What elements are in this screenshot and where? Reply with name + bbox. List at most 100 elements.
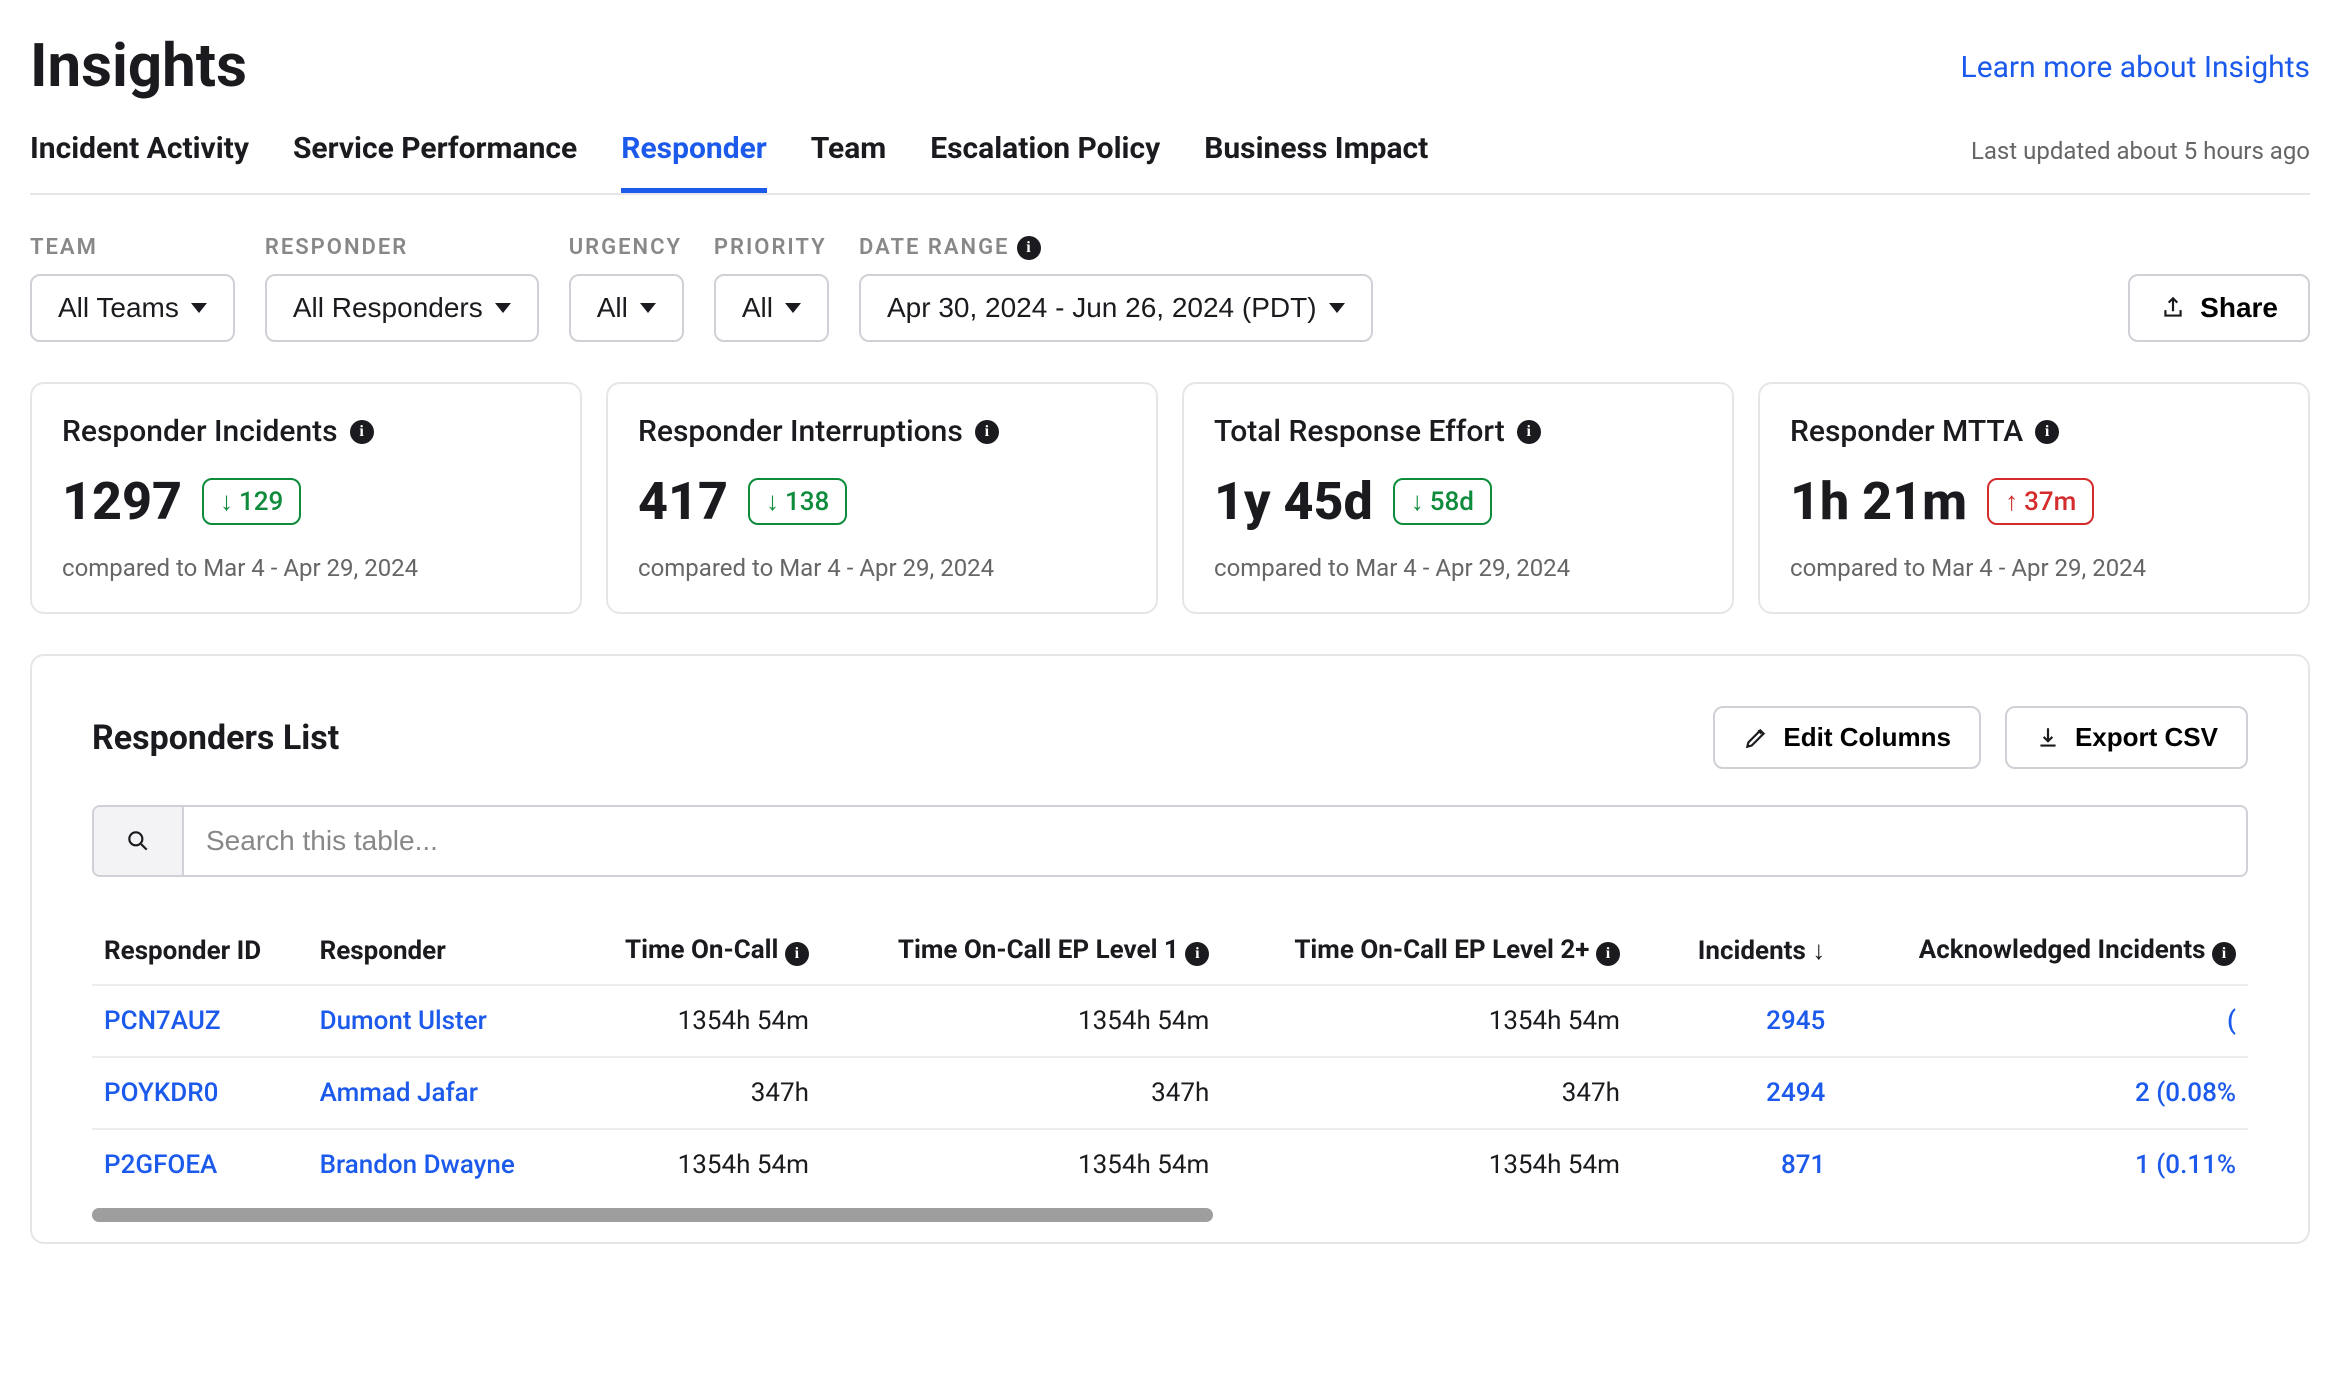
tab-incident-activity[interactable]: Incident Activity <box>30 131 249 193</box>
delta-value: 129 <box>239 487 283 517</box>
priority-filter[interactable]: All <box>714 274 829 342</box>
export-csv-button[interactable]: Export CSV <box>2005 706 2248 769</box>
stat-value: 1297 <box>62 471 182 532</box>
col-responder-id[interactable]: Responder ID <box>92 917 308 985</box>
stat-value: 1y 45d <box>1214 471 1373 532</box>
stat-value: 1h 21m <box>1790 471 1967 532</box>
info-icon: i <box>1017 236 1041 260</box>
stat-compare: compared to Mar 4 - Apr 29, 2024 <box>638 554 1126 582</box>
tab-responder[interactable]: Responder <box>621 131 767 193</box>
page-title: Insights <box>30 30 247 101</box>
date-range-filter-value: Apr 30, 2024 - Jun 26, 2024 (PDT) <box>887 292 1317 324</box>
responder-name-link[interactable]: Brandon Dwayne <box>308 1129 565 1200</box>
stat-compare: compared to Mar 4 - Apr 29, 2024 <box>62 554 550 582</box>
last-updated: Last updated about 5 hours ago <box>1971 137 2310 187</box>
cell-l2: 1354h 54m <box>1221 1129 1632 1200</box>
share-button[interactable]: Share <box>2128 274 2310 342</box>
responder-name-link[interactable]: Dumont Ulster <box>308 985 565 1057</box>
delta-badge: 37m <box>1987 478 2094 525</box>
edit-columns-label: Edit Columns <box>1783 722 1951 753</box>
learn-more-link[interactable]: Learn more about Insights <box>1961 50 2310 85</box>
incidents-link[interactable]: 2945 <box>1632 985 1837 1057</box>
col-time-on-call-l2[interactable]: Time On-Call EP Level 2+ i <box>1221 917 1632 985</box>
delta-badge: 129 <box>202 478 301 525</box>
date-range-label-text: DATE RANGE <box>859 235 1009 260</box>
download-icon <box>2035 725 2061 751</box>
ack-link[interactable]: 1 (0.11% <box>1837 1129 2248 1200</box>
responder-id-link[interactable]: P2GFOEA <box>92 1129 308 1200</box>
responder-name-link[interactable]: Ammad Jafar <box>308 1057 565 1129</box>
responders-panel: Responders List Edit Columns Export CSV … <box>30 654 2310 1244</box>
info-icon: i <box>350 420 374 444</box>
arrow-down-icon <box>1411 486 1424 517</box>
col-label: Acknowledged Incidents <box>1919 935 2206 965</box>
delta-value: 58d <box>1430 487 1474 517</box>
chevron-down-icon <box>640 303 656 313</box>
info-icon: i <box>975 420 999 444</box>
search-input[interactable] <box>184 807 2246 875</box>
priority-filter-value: All <box>742 292 773 324</box>
stat-responder-mtta: Responder MTTAi 1h 21m 37m compared to M… <box>1758 382 2310 614</box>
col-responder[interactable]: Responder <box>308 917 565 985</box>
cell-l1: 347h <box>821 1057 1221 1129</box>
col-time-on-call[interactable]: Time On-Call i <box>564 917 821 985</box>
chevron-down-icon <box>495 303 511 313</box>
arrow-down-icon <box>220 486 233 517</box>
stat-compare: compared to Mar 4 - Apr 29, 2024 <box>1214 554 1702 582</box>
col-incidents[interactable]: Incidents <box>1632 917 1837 985</box>
incidents-link[interactable]: 871 <box>1632 1129 1837 1200</box>
chevron-down-icon <box>785 303 801 313</box>
responder-filter[interactable]: All Responders <box>265 274 539 342</box>
cell-l2: 1354h 54m <box>1221 985 1632 1057</box>
team-filter-value: All Teams <box>58 292 179 324</box>
scrollbar-thumb[interactable] <box>92 1208 1213 1222</box>
urgency-filter-label: URGENCY <box>569 235 684 260</box>
share-icon <box>2160 295 2186 321</box>
table-row: PCN7AUZ Dumont Ulster 1354h 54m 1354h 54… <box>92 985 2248 1057</box>
col-label: Time On-Call EP Level 1 <box>898 935 1179 965</box>
table-row: POYKDR0 Ammad Jafar 347h 347h 347h 2494 … <box>92 1057 2248 1129</box>
col-time-on-call-l1[interactable]: Time On-Call EP Level 1 i <box>821 917 1221 985</box>
tab-business-impact[interactable]: Business Impact <box>1204 131 1428 193</box>
responder-id-link[interactable]: PCN7AUZ <box>92 985 308 1057</box>
responder-id-link[interactable]: POYKDR0 <box>92 1057 308 1129</box>
horizontal-scrollbar[interactable] <box>92 1208 2248 1222</box>
urgency-filter-value: All <box>597 292 628 324</box>
edit-columns-button[interactable]: Edit Columns <box>1713 706 1981 769</box>
info-icon: i <box>785 942 809 966</box>
stat-title: Total Response Effort <box>1214 414 1505 449</box>
export-csv-label: Export CSV <box>2075 722 2218 753</box>
date-range-filter-label: DATE RANGE i <box>859 235 1373 260</box>
stat-total-response-effort: Total Response Efforti 1y 45d 58d compar… <box>1182 382 1734 614</box>
delta-value: 37m <box>2024 487 2076 517</box>
date-range-filter[interactable]: Apr 30, 2024 - Jun 26, 2024 (PDT) <box>859 274 1373 342</box>
delta-badge: 138 <box>748 478 847 525</box>
delta-badge: 58d <box>1393 478 1492 525</box>
stat-title: Responder Incidents <box>62 414 338 449</box>
tab-team[interactable]: Team <box>811 131 886 193</box>
stat-responder-interruptions: Responder Interruptionsi 417 138 compare… <box>606 382 1158 614</box>
responder-filter-label: RESPONDER <box>265 235 539 260</box>
cell-l2: 347h <box>1221 1057 1632 1129</box>
team-filter[interactable]: All Teams <box>30 274 235 342</box>
info-icon: i <box>1596 942 1620 966</box>
ack-link[interactable]: 2 (0.08% <box>1837 1057 2248 1129</box>
panel-title: Responders List <box>92 718 339 758</box>
info-icon: i <box>1185 942 1209 966</box>
ack-link[interactable]: ( <box>1837 985 2248 1057</box>
search-icon-box <box>94 807 184 875</box>
incidents-link[interactable]: 2494 <box>1632 1057 1837 1129</box>
stat-title: Responder Interruptions <box>638 414 963 449</box>
tab-escalation-policy[interactable]: Escalation Policy <box>930 131 1160 193</box>
cell-l1: 1354h 54m <box>821 1129 1221 1200</box>
info-icon: i <box>2212 942 2236 966</box>
priority-filter-label: PRIORITY <box>714 235 829 260</box>
urgency-filter[interactable]: All <box>569 274 684 342</box>
delta-value: 138 <box>785 487 829 517</box>
col-ack-incidents[interactable]: Acknowledged Incidents i <box>1837 917 2248 985</box>
tab-service-performance[interactable]: Service Performance <box>293 131 577 193</box>
col-label: Time On-Call EP Level 2+ <box>1294 935 1589 965</box>
responders-table: Responder ID Responder Time On-Call i Ti… <box>92 917 2248 1200</box>
cell-l1: 1354h 54m <box>821 985 1221 1057</box>
team-filter-label: TEAM <box>30 235 235 260</box>
